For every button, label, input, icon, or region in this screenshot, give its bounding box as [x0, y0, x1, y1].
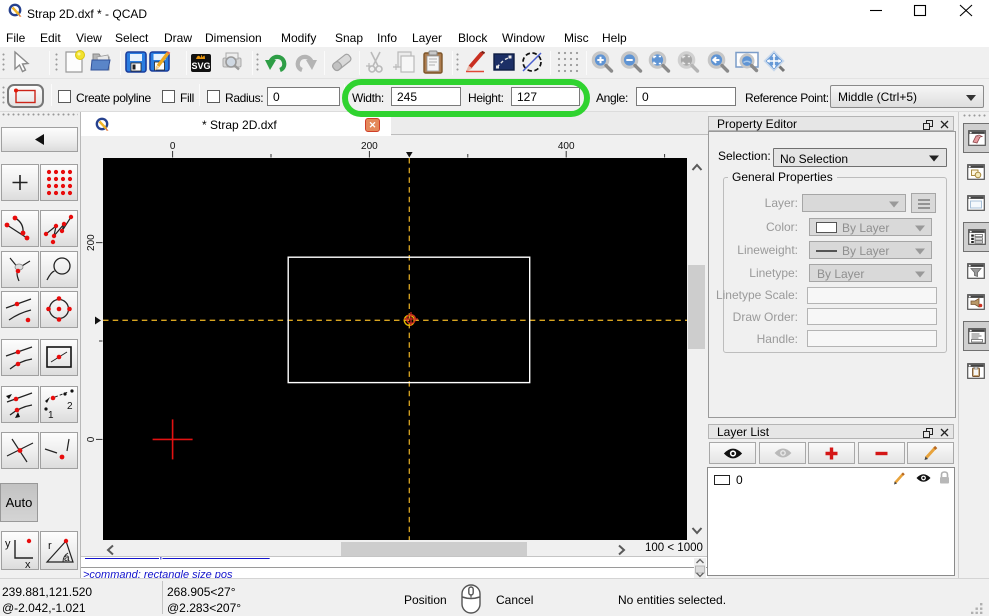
svg-text:r: r — [48, 540, 52, 552]
svg-text:2: 2 — [67, 401, 73, 412]
svg-text:0: 0 — [170, 141, 176, 152]
svg-text:400: 400 — [558, 141, 575, 152]
svg-text:x: x — [25, 559, 31, 569]
svg-text:0: 0 — [86, 436, 97, 442]
svg-text:a: a — [64, 553, 70, 564]
svg-text:200: 200 — [86, 234, 97, 251]
svg-text:y: y — [5, 538, 11, 550]
svg-text:200: 200 — [361, 141, 378, 152]
svg-text:1: 1 — [48, 410, 54, 421]
svg-text:SVG: SVG — [191, 61, 210, 71]
